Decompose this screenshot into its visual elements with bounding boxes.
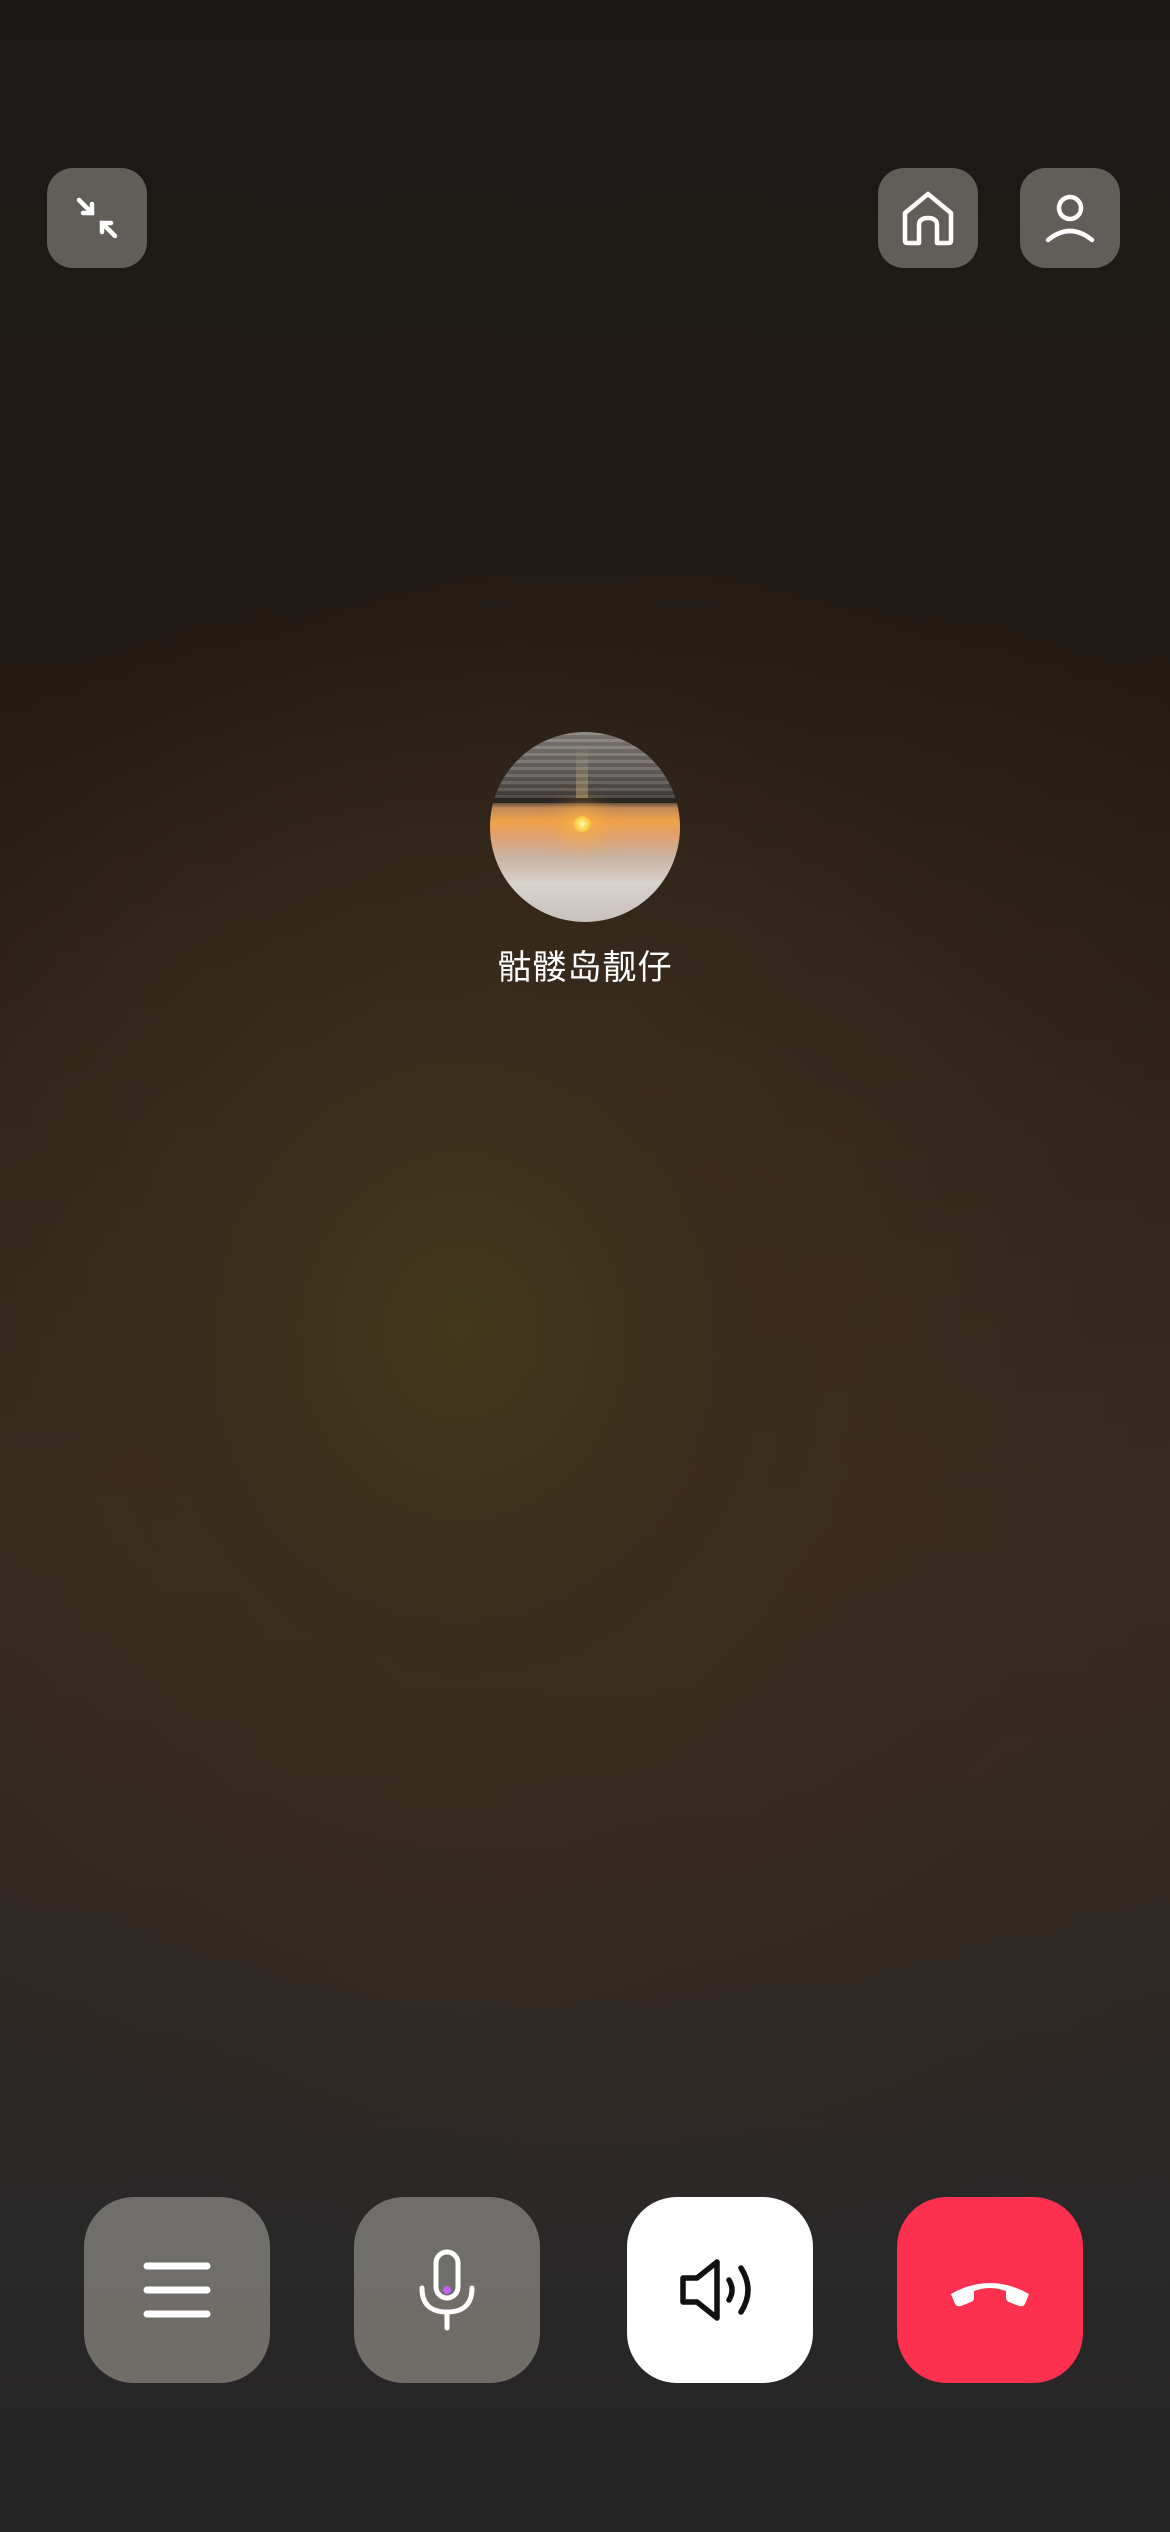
home-button[interactable] [878,168,978,268]
minimize-arrows-icon [76,197,118,239]
home-icon [902,191,954,246]
minimize-button[interactable] [47,168,147,268]
hang-up-phone-icon [951,2283,1029,2307]
hang-up-button[interactable] [897,2197,1083,2383]
microphone-icon [419,2249,475,2331]
contact-button[interactable] [1020,168,1120,268]
caller-info: 骷髅岛靓仔 [0,732,1170,989]
speaker-button[interactable] [627,2197,813,2383]
speaker-icon [680,2259,751,2321]
menu-button[interactable] [84,2197,270,2383]
caller-avatar [490,732,680,922]
microphone-button[interactable] [354,2197,540,2383]
person-icon [1045,194,1095,243]
caller-name: 骷髅岛靓仔 [497,948,673,988]
menu-icon [143,2262,211,2318]
